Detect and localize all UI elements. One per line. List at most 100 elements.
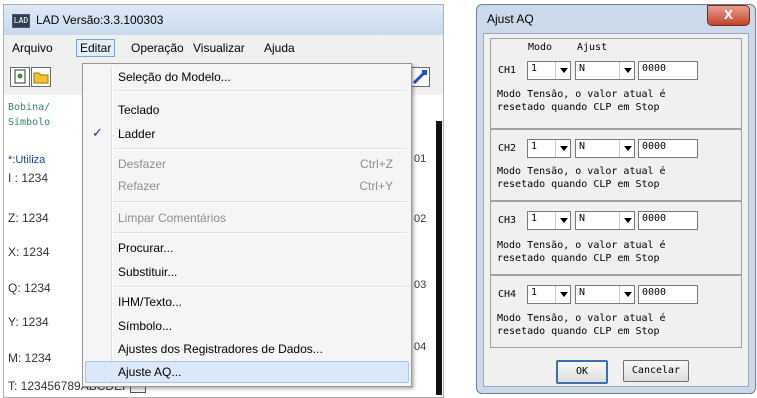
- row-q: Q: 1234: [8, 281, 51, 295]
- menu-item-ajustes-registradores[interactable]: Ajustes dos Registradores de Dados...: [118, 339, 323, 359]
- menu-item-limpar-comentarios: Limpar Comentários: [118, 211, 227, 225]
- channel-group-ch1: Modo Ajust CH1 1 N 0000 Modo Tensão, o v…: [490, 38, 742, 130]
- modo-value: 1: [531, 141, 538, 152]
- menu-operacao[interactable]: Operação: [128, 40, 187, 56]
- channel-label: CH3: [498, 215, 517, 226]
- channel-desc-line-2: resetado quando CLP em Stop: [497, 102, 660, 113]
- menu-gutter: [111, 66, 113, 384]
- row-m: M: 1234: [8, 351, 52, 365]
- value-text: 0000: [642, 141, 667, 152]
- value-input[interactable]: 0000: [638, 285, 698, 304]
- row-x: X: 1234: [8, 245, 50, 259]
- editor-edge-bar: [436, 121, 442, 395]
- value-input[interactable]: 0000: [638, 139, 698, 158]
- channel-group-ch4: CH4 1 N 0000 Modo Tensão, o valor atual …: [490, 274, 742, 348]
- menu-separator: [113, 201, 407, 203]
- row-y: Y: 1234: [8, 315, 49, 329]
- header-modo: Modo: [528, 42, 553, 53]
- menu-bar: Arquivo Editar Operação Visualizar Ajuda: [4, 37, 443, 59]
- rung-number-4: 04: [414, 341, 427, 353]
- edit-menu: Seleção do Modelo... Teclado ✓ Ladder De…: [82, 63, 412, 387]
- title-bar: LAD LAD Versão:3.3.100303: [4, 5, 443, 35]
- window-title: LAD Versão:3.3.100303: [36, 13, 164, 27]
- channel-desc-line-2: resetado quando CLP em Stop: [497, 179, 660, 190]
- check-icon: ✓: [92, 126, 103, 141]
- channel-desc-line-1: Modo Tensão, o valor atual é: [497, 166, 666, 177]
- rung-number-1: 01: [414, 153, 427, 165]
- modo-value: 1: [531, 213, 538, 224]
- row-z: Z: 1234: [8, 211, 49, 225]
- value-text: 0000: [642, 63, 667, 74]
- ajust-value: N: [579, 63, 586, 74]
- code-line-1: Bobina/: [8, 102, 51, 113]
- channel-desc-line-1: Modo Tensão, o valor atual é: [497, 313, 666, 324]
- chevron-down-icon: [619, 62, 634, 79]
- ajust-aq-dialog: Ajust AQ X Modo Ajust CH1 1 N 0000 Modo …: [476, 4, 756, 394]
- close-icon: X: [723, 8, 734, 22]
- value-input[interactable]: 0000: [638, 211, 698, 230]
- modo-select[interactable]: 1: [527, 211, 571, 230]
- channel-label: CH4: [498, 289, 517, 300]
- shortcut-desfazer: Ctrl+Z: [360, 157, 393, 171]
- cancel-button[interactable]: Cancelar: [623, 360, 689, 382]
- channel-label: CH2: [498, 143, 517, 154]
- channel-group-ch3: CH3 1 N 0000 Modo Tensão, o valor atual …: [490, 200, 742, 276]
- modo-select[interactable]: 1: [527, 139, 571, 158]
- menu-item-substituir[interactable]: Substituir...: [118, 262, 177, 282]
- ajust-select[interactable]: N: [575, 61, 635, 80]
- ok-button[interactable]: OK: [556, 360, 608, 384]
- channel-label: CH1: [498, 65, 517, 76]
- channel-desc-line-1: Modo Tensão, o valor atual é: [497, 89, 666, 100]
- menu-item-procurar[interactable]: Procurar...: [118, 238, 173, 258]
- ajust-select[interactable]: N: [575, 211, 635, 230]
- header-ajust: Ajust: [577, 42, 608, 53]
- modo-value: 1: [531, 287, 538, 298]
- open-folder-icon[interactable]: [31, 67, 51, 87]
- ajust-value: N: [579, 287, 586, 298]
- menu-separator: [113, 90, 407, 92]
- modo-select[interactable]: 1: [527, 61, 571, 80]
- menu-ajuda[interactable]: Ajuda: [261, 40, 298, 56]
- modo-value: 1: [531, 63, 538, 74]
- chevron-down-icon: [619, 212, 634, 229]
- new-file-icon[interactable]: [10, 67, 30, 87]
- ajust-value: N: [579, 213, 586, 224]
- channel-group-ch2: CH2 1 N 0000 Modo Tensão, o valor atual …: [490, 128, 742, 202]
- menu-item-refazer: Refazer: [118, 179, 161, 193]
- rung-number-2: 02: [414, 213, 427, 225]
- channel-desc-line-2: resetado quando CLP em Stop: [497, 326, 660, 337]
- channel-desc-line-1: Modo Tensão, o valor atual é: [497, 240, 666, 251]
- chevron-down-icon: [619, 140, 634, 157]
- ajust-select[interactable]: N: [575, 139, 635, 158]
- menu-visualizar[interactable]: Visualizar: [190, 40, 248, 56]
- chevron-down-icon: [555, 62, 570, 79]
- lad-main-window: LAD LAD Versão:3.3.100303 Arquivo Editar…: [3, 4, 444, 398]
- value-input[interactable]: 0000: [638, 61, 698, 80]
- menu-arquivo[interactable]: Arquivo: [9, 40, 56, 56]
- utiliz-label: *:Utiliza: [8, 154, 46, 166]
- shortcut-refazer: Ctrl+Y: [359, 179, 393, 193]
- rung-number-3: 03: [414, 279, 427, 291]
- menu-item-ladder[interactable]: Ladder: [118, 124, 155, 144]
- compile-icon[interactable]: [410, 67, 430, 87]
- menu-item-ihm-texto[interactable]: IHM/Texto...: [118, 292, 182, 312]
- chevron-down-icon: [619, 286, 634, 303]
- code-line-2: Símbolo: [8, 117, 51, 128]
- modo-select[interactable]: 1: [527, 285, 571, 304]
- chevron-down-icon: [555, 286, 570, 303]
- app-icon: LAD: [12, 14, 30, 28]
- dialog-title: Ajust AQ: [487, 12, 534, 26]
- menu-item-simbolo[interactable]: Símbolo...: [118, 316, 172, 336]
- ajust-select[interactable]: N: [575, 285, 635, 304]
- close-button[interactable]: X: [707, 5, 750, 26]
- chevron-down-icon: [555, 212, 570, 229]
- menu-editar[interactable]: Editar: [76, 39, 116, 57]
- menu-item-ajuste-aq[interactable]: Ajuste AQ...: [118, 362, 181, 382]
- ajust-value: N: [579, 141, 586, 152]
- menu-separator: [113, 232, 407, 234]
- menu-item-teclado[interactable]: Teclado: [118, 100, 159, 120]
- menu-item-desfazer: Desfazer: [118, 157, 167, 171]
- row-i: I : 1234: [8, 171, 49, 185]
- menu-item-selecao-modelo[interactable]: Seleção do Modelo...: [118, 67, 231, 87]
- menu-separator: [113, 148, 407, 150]
